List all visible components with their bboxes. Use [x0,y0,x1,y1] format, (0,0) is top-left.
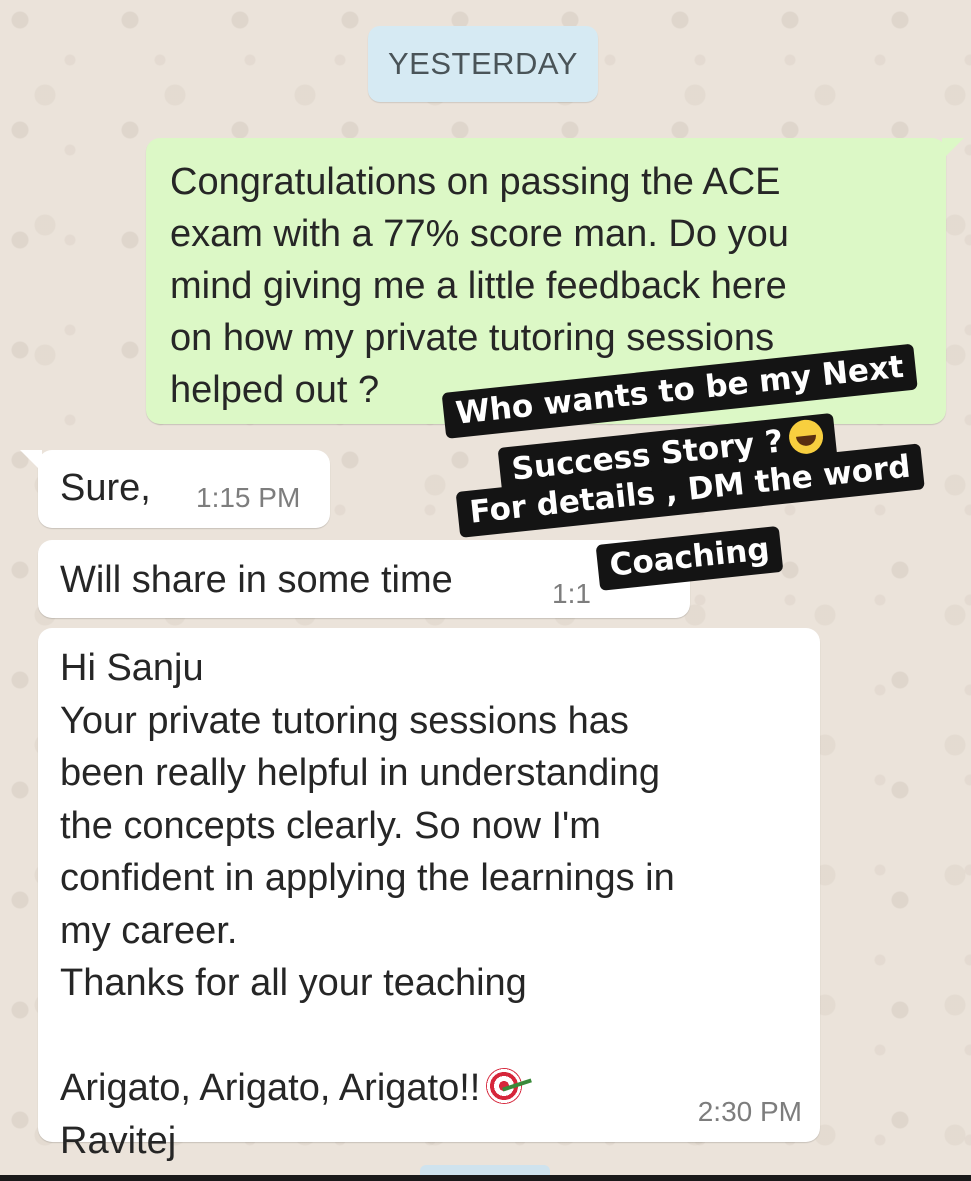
bubble-tail [942,138,964,160]
message-timestamp: 1:15 PM [196,482,301,513]
message-signature: Ravitej [60,1119,177,1162]
message-text-thanks-line: Arigato, Arigato, Arigato!! [60,1067,481,1109]
direct-hit-icon [486,1066,533,1106]
message-text-line: Arigato, Arigato, Arigato!! [60,1010,800,1115]
message-text: Will share in some time [60,559,453,601]
message-timestamp: 2:30 PM [697,1096,802,1127]
next-date-chip-partial [420,1165,550,1175]
bubble-tail [20,450,42,472]
message-timestamp: 1:1 [552,578,591,609]
bottom-edge-bar [0,1175,971,1181]
message-text: Hi Sanju Your private tutoring sessions … [60,647,675,1004]
date-divider: YESTERDAY [368,26,598,102]
incoming-message-bubble[interactable]: Will share in some time 1:1 [38,540,690,618]
grinning-sweat-icon [786,418,825,456]
incoming-message-bubble[interactable]: Hi Sanju Your private tutoring sessions … [38,628,820,1162]
date-divider-label: YESTERDAY [388,46,578,81]
incoming-message-bubble[interactable]: Sure, 1:15 PM [20,450,330,528]
message-text: Sure, [60,467,151,509]
